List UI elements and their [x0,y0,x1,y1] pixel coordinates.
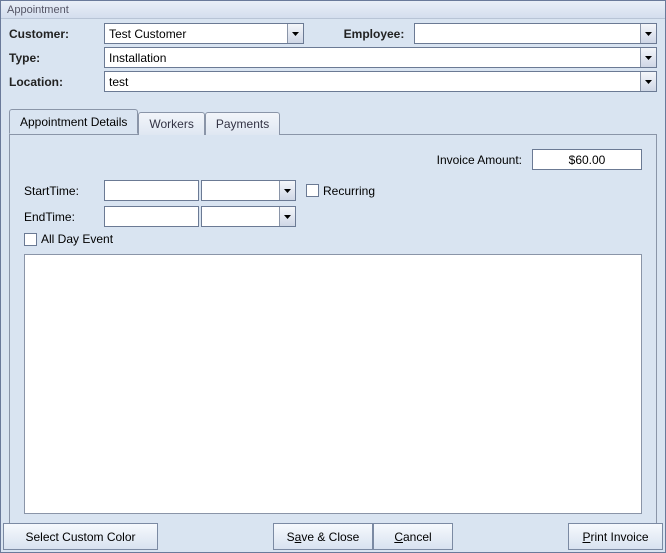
employee-label: Employee: [334,27,414,41]
type-input[interactable] [105,48,640,67]
type-dropdown-button[interactable] [640,48,656,67]
invoice-amount-field[interactable] [532,149,642,170]
starttime-time-combo[interactable] [201,180,296,201]
location-label: Location: [9,75,104,89]
tab-payments[interactable]: Payments [205,112,280,135]
title-bar: Appointment [1,1,665,19]
checkbox-box [24,233,37,246]
chevron-down-icon [645,56,652,60]
type-combo[interactable] [104,47,657,68]
employee-combo[interactable] [414,23,657,44]
tabstrip: Appointment Details Workers Payments [9,109,657,134]
save-and-close-button[interactable]: Save & Close [273,523,373,550]
cancel-button[interactable]: Cancel [373,523,453,550]
endtime-label: EndTime: [24,210,104,224]
customer-input[interactable] [105,24,287,43]
checkbox-box [306,184,319,197]
all-day-event-checkbox[interactable]: All Day Event [24,232,113,246]
window-title: Appointment [7,4,69,16]
chevron-down-icon [284,189,291,193]
recurring-checkbox[interactable]: Recurring [306,184,375,198]
chevron-down-icon [292,32,299,36]
tab-appointment-details[interactable]: Appointment Details [9,109,138,134]
location-dropdown-button[interactable] [640,72,656,91]
starttime-time-input[interactable] [202,181,279,200]
employee-dropdown-button[interactable] [640,24,656,43]
customer-dropdown-button[interactable] [287,24,303,43]
customer-combo[interactable] [104,23,304,44]
all-day-event-label: All Day Event [41,232,113,246]
endtime-time-input[interactable] [202,207,279,226]
appointment-window: Appointment Customer: Employee: Type: [0,0,666,553]
starttime-date-input[interactable] [104,180,199,201]
endtime-date-input[interactable] [104,206,199,227]
employee-input[interactable] [415,24,640,43]
location-combo[interactable] [104,71,657,92]
endtime-time-dropdown-button[interactable] [279,207,295,226]
notes-area[interactable] [24,254,642,514]
tabs: Appointment Details Workers Payments Inv… [9,109,657,550]
starttime-label: StartTime: [24,184,104,198]
recurring-label: Recurring [323,184,375,198]
starttime-time-dropdown-button[interactable] [279,181,295,200]
print-invoice-button[interactable]: Print Invoice [568,523,663,550]
button-bar: Select Custom Color Save & Close Cancel … [3,523,663,550]
type-label: Type: [9,51,104,65]
location-input[interactable] [105,72,640,91]
tab-workers[interactable]: Workers [138,112,204,135]
header-form: Customer: Employee: Type: [1,19,665,103]
invoice-amount-label: Invoice Amount: [437,153,522,167]
tab-panel-details: Invoice Amount: StartTime: Recurring [9,134,657,550]
endtime-time-combo[interactable] [201,206,296,227]
select-custom-color-button[interactable]: Select Custom Color [3,523,158,550]
customer-label: Customer: [9,27,104,41]
chevron-down-icon [284,215,291,219]
chevron-down-icon [645,32,652,36]
chevron-down-icon [645,80,652,84]
